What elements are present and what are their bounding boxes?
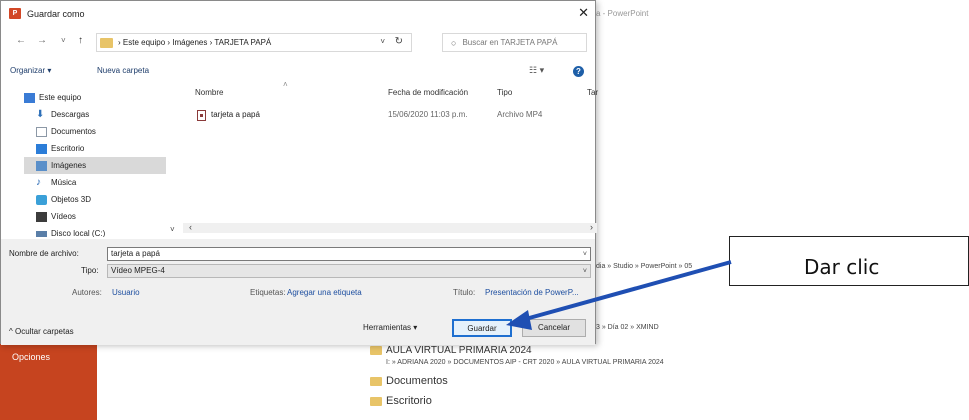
arrow-shaft xyxy=(521,260,732,322)
annotation-arrow xyxy=(506,260,732,330)
arrow-head xyxy=(506,310,532,330)
